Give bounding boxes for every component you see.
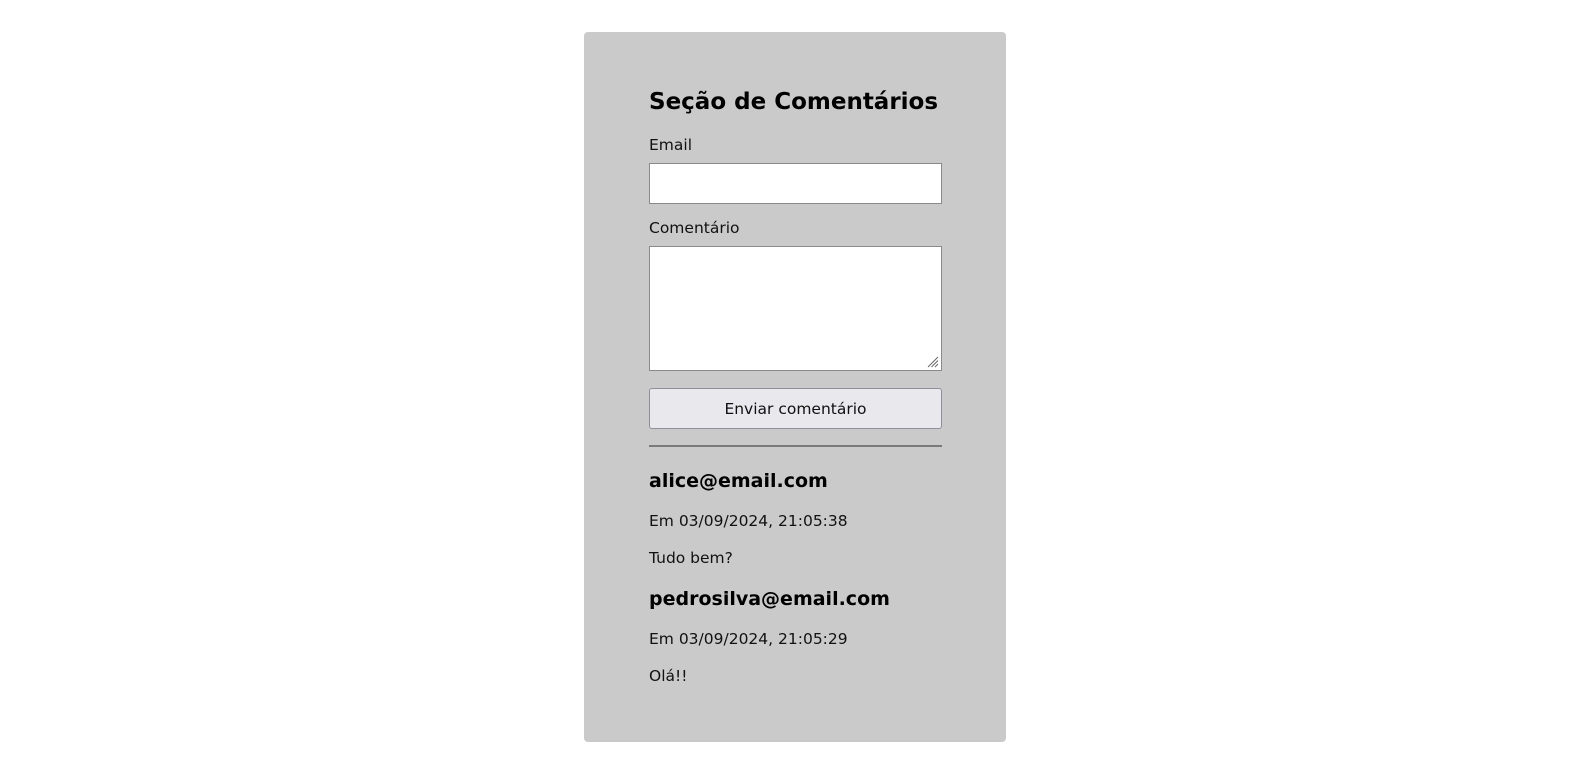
submit-comment-button[interactable]: Enviar comentário: [649, 388, 942, 429]
comment-author: alice@email.com: [649, 470, 828, 492]
divider: [649, 445, 942, 447]
comment-textarea-wrapper: [649, 246, 942, 371]
comment-item: pedrosilva@email.com Em 03/09/2024, 21:0…: [649, 587, 942, 686]
comment-date: Em 03/09/2024, 21:05:38: [649, 512, 848, 530]
comment-item: alice@email.com Em 03/09/2024, 21:05:38 …: [649, 469, 942, 568]
comment-text: Tudo bem?: [649, 549, 733, 567]
email-label: Email: [649, 136, 693, 154]
comments-section: Seção de Comentários Email Comentário En…: [584, 32, 1006, 742]
email-input[interactable]: [649, 163, 942, 204]
comment-text: Olá!!: [649, 667, 688, 685]
resize-grip-icon[interactable]: [925, 354, 939, 368]
comment-label: Comentário: [649, 219, 740, 237]
section-title: Seção de Comentários: [649, 89, 939, 115]
comment-date: Em 03/09/2024, 21:05:29: [649, 630, 848, 648]
comment-textarea[interactable]: [649, 246, 942, 371]
comment-author: pedrosilva@email.com: [649, 588, 890, 610]
